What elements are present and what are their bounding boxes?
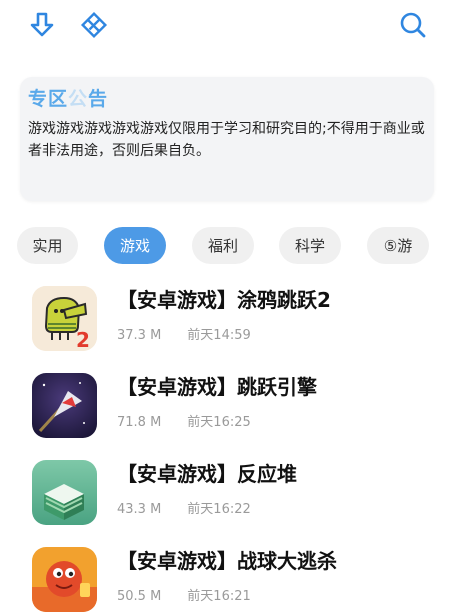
app-size: 37.3 M	[117, 328, 162, 343]
app-title: 【安卓游戏】跳跃引擎	[117, 375, 317, 399]
notice-body: 游戏游戏游戏游戏游戏仅限用于学习和研究目的;不得用于商业或者非法用途，否则后果自…	[28, 121, 425, 159]
tab-welfare[interactable]: 福利	[192, 227, 254, 264]
tab-games[interactable]: 游戏	[104, 227, 166, 264]
app-title: 【安卓游戏】战球大逃杀	[117, 549, 337, 573]
battle-ball-icon	[32, 547, 97, 612]
category-tabs: 实用 游戏 福利 科学 ⑤游	[0, 227, 450, 265]
list-item[interactable]: 【安卓游戏】战球大逃杀 50.5 M 前天16:21	[0, 542, 450, 616]
notice-title: 专区公告	[28, 88, 109, 110]
app-time: 前天16:22	[187, 502, 251, 517]
list-item[interactable]: 【安卓游戏】反应堆 43.3 M 前天16:22	[0, 455, 450, 542]
top-toolbar	[0, 0, 450, 52]
app-meta: 71.8 M 前天16:25	[117, 414, 251, 432]
list-item[interactable]: 【安卓游戏】跳跃引擎 71.8 M 前天16:25	[0, 368, 450, 455]
app-time: 前天16:21	[187, 589, 251, 604]
app-time: 前天14:59	[187, 328, 251, 343]
app-size: 43.3 M	[117, 502, 162, 517]
download-button[interactable]	[27, 10, 57, 40]
diamond-icon	[80, 11, 108, 39]
arrow-down-icon	[30, 12, 54, 37]
app-time: 前天16:25	[187, 415, 251, 430]
app-size: 71.8 M	[117, 415, 162, 430]
app-meta: 37.3 M 前天14:59	[117, 327, 251, 345]
diamond-button[interactable]	[79, 10, 109, 40]
app-title: 【安卓游戏】涂鸦跳跃2	[117, 288, 331, 312]
app-meta: 50.5 M 前天16:21	[117, 588, 251, 606]
stack-icon	[32, 460, 97, 525]
app-title: 【安卓游戏】反应堆	[117, 462, 297, 486]
doodle-badge: 2	[76, 328, 90, 351]
notice-title-faded: 公	[68, 88, 89, 110]
app-size: 50.5 M	[117, 589, 162, 604]
notice-card: 专区公告 游戏游戏游戏游戏游戏仅限用于学习和研究目的;不得用于商业或者非法用途，…	[20, 77, 434, 201]
jump-engine-icon	[32, 373, 97, 438]
doodle-jump-icon: 2	[32, 286, 97, 351]
search-icon	[400, 12, 426, 38]
search-button[interactable]	[398, 10, 428, 40]
list-item[interactable]: 2 【安卓游戏】涂鸦跳跃2 37.3 M 前天14:59	[0, 281, 450, 368]
app-meta: 43.3 M 前天16:22	[117, 501, 251, 519]
tab-practical[interactable]: 实用	[17, 227, 78, 264]
tab-more[interactable]: ⑤游	[367, 227, 429, 264]
tab-science[interactable]: 科学	[279, 227, 341, 264]
